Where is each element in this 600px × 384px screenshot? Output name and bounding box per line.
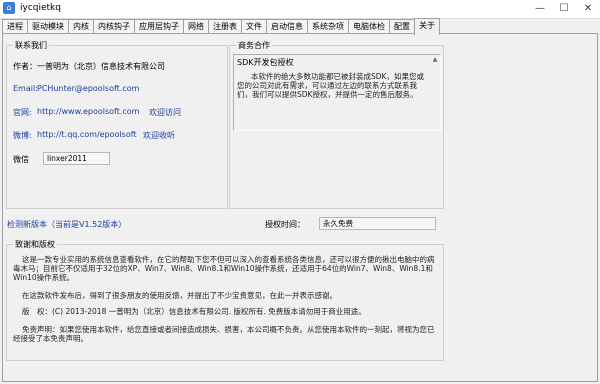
thanks-group-title: 致谢和版权 (13, 239, 57, 250)
tab-kernel[interactable]: 内核 (68, 19, 94, 34)
tab-pc-checkup[interactable]: 电脑体检 (348, 19, 390, 34)
app-icon: ⌂ (3, 2, 15, 14)
tab-startup[interactable]: 启动信息 (266, 19, 308, 34)
business-group-title: 商务合作 (236, 40, 272, 51)
tab-kernel-hooks[interactable]: 内核钩子 (93, 19, 135, 34)
thanks-group: 致谢和版权 这是一款专业实用的系统信息查看软件，在它的帮助下您不但可以深入的查看… (6, 239, 444, 361)
thanks-intro: 这是一款专业实用的系统信息查看软件，在它的帮助下您不但可以深入的查看系统各类信息… (13, 255, 435, 282)
wechat-label: 微信 (13, 155, 29, 164)
auth-time-field[interactable]: 永久免费 (319, 217, 436, 230)
title-bar: ⌂ iycqietkq — ☐ ✕ (0, 0, 600, 19)
copyright-text: 版 权：(C) 2013-2018 一普明为（北京）信息技术有限公司. 版权所有… (22, 307, 366, 316)
business-textbox[interactable]: SDK开发包授权 本软件的绝大多数功能都已被封装成SDK，如果您或您的公司对此有… (233, 54, 441, 131)
tab-system-misc[interactable]: 系统杂项 (307, 19, 349, 34)
author-value: 一普明为（北京）信息技术有限公司 (37, 62, 165, 71)
email-label: Email: (13, 84, 38, 93)
window-title: iycqietkq (20, 3, 61, 13)
weibo-label: 微博: (13, 131, 32, 140)
about-panel: 联系我们 作者： 一普明为（北京）信息技术有限公司 Email: PCHunte… (2, 33, 598, 382)
website-note: 欢迎访问 (149, 108, 181, 117)
close-button[interactable]: ✕ (576, 0, 600, 18)
minimize-button[interactable]: — (528, 0, 552, 18)
sdk-heading: SDK开发包授权 (237, 58, 294, 67)
website-label: 官网: (13, 108, 32, 117)
scroll-up-icon[interactable]: ▲ (431, 56, 439, 64)
tab-network[interactable]: 网络 (183, 19, 209, 34)
weibo-link[interactable]: http://t.qq.com/epoolsoft (37, 130, 137, 139)
tab-driver-modules[interactable]: 驱动模块 (27, 19, 69, 34)
email-link[interactable]: PCHunter@epoolsoft.com (37, 84, 139, 93)
auth-time-label: 授权时间： (265, 220, 305, 229)
check-update-link[interactable]: 检测新版本（当前是V1.52版本） (7, 219, 126, 230)
thanks-feedback: 在这款软件发布后，得到了很多朋友的使用反馈，并提出了不少宝贵意见，在此一并表示感… (22, 291, 337, 300)
disclaimer-text: 免责声明：如果您使用本软件，给您直接或者间接造成损失、损害，本公司概不负责。从您… (13, 325, 435, 343)
tab-process[interactable]: 进程 (2, 19, 28, 34)
author-label: 作者： (13, 62, 37, 71)
tab-bar: 进程 驱动模块 内核 内核钩子 应用层钩子 网络 注册表 文件 启动信息 系统杂… (2, 18, 440, 35)
tab-app-hooks[interactable]: 应用层钩子 (134, 19, 184, 34)
tab-registry[interactable]: 注册表 (208, 19, 242, 34)
contact-group: 联系我们 作者： 一普明为（北京）信息技术有限公司 Email: PCHunte… (6, 40, 228, 209)
contact-group-title: 联系我们 (13, 40, 49, 51)
tab-config[interactable]: 配置 (389, 19, 415, 34)
business-group: 商务合作 SDK开发包授权 本软件的绝大多数功能都已被封装成SDK，如果您或您的… (229, 40, 444, 209)
weibo-note: 欢迎收听 (143, 131, 175, 140)
website-link[interactable]: http://www.epoolsoft.com (37, 107, 139, 116)
tab-about[interactable]: 关于 (414, 18, 440, 35)
wechat-field[interactable]: linxer2011 (43, 152, 110, 165)
maximize-button[interactable]: ☐ (552, 0, 576, 18)
sdk-description: 本软件的绝大多数功能都已被封装成SDK，如果您或您的公司对此有需求，可以通过左边… (237, 72, 424, 99)
tab-file[interactable]: 文件 (241, 19, 267, 34)
